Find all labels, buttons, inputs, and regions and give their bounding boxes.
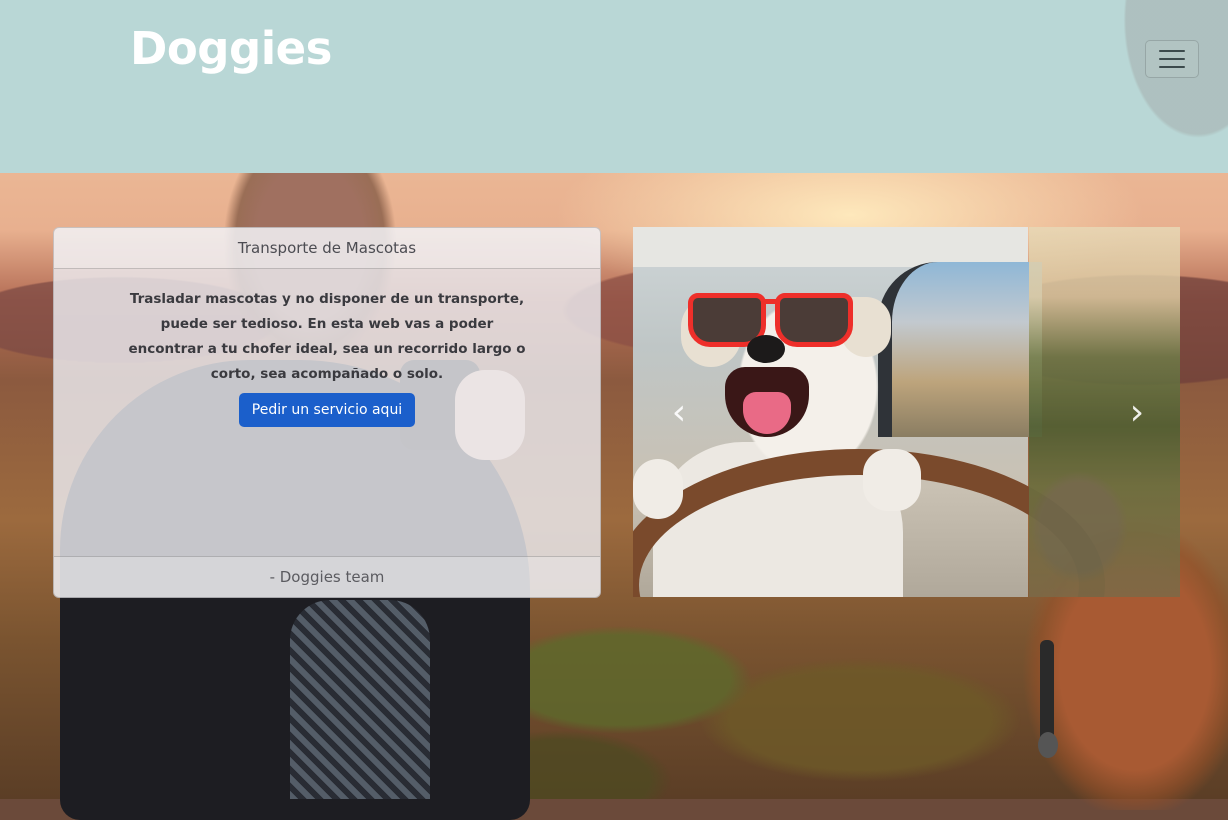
site-header: Doggies bbox=[0, 0, 1228, 173]
brand-logo[interactable]: Doggies bbox=[130, 22, 332, 75]
sunglasses-right-lens bbox=[775, 293, 853, 347]
chevron-left-icon: ‹ bbox=[671, 391, 687, 433]
card-body: Trasladar mascotas y no disponer de un t… bbox=[54, 269, 600, 427]
navbar-toggle-button[interactable] bbox=[1145, 40, 1199, 78]
hamburger-menu-icon bbox=[1159, 58, 1185, 60]
header-decoration bbox=[1088, 0, 1228, 173]
request-service-button[interactable]: Pedir un servicio aqui bbox=[238, 393, 416, 427]
car-window bbox=[878, 262, 1042, 437]
card-text: Trasladar mascotas y no disponer de un t… bbox=[128, 291, 526, 382]
card-footer: - Doggies team bbox=[54, 556, 600, 597]
dog-paw-right bbox=[863, 449, 921, 511]
dog-nose bbox=[747, 335, 785, 363]
dog-paw-left bbox=[633, 459, 683, 519]
carousel-next-button[interactable]: › bbox=[1117, 387, 1157, 437]
car-roof bbox=[633, 227, 1028, 267]
dog-tag bbox=[1038, 732, 1058, 758]
service-card: Transporte de Mascotas Trasladar mascota… bbox=[53, 227, 601, 598]
chevron-right-icon: › bbox=[1129, 391, 1145, 433]
image-carousel: ‹ › bbox=[633, 227, 1180, 597]
hamburger-menu-icon bbox=[1159, 66, 1185, 68]
carousel-slide-next bbox=[1029, 227, 1180, 597]
hamburger-menu-icon bbox=[1159, 50, 1185, 52]
sunglasses-bridge bbox=[761, 299, 777, 304]
woman-figure-pattern bbox=[290, 600, 430, 799]
card-header: Transporte de Mascotas bbox=[54, 228, 600, 269]
carousel-prev-button[interactable]: ‹ bbox=[659, 387, 699, 437]
second-dog-figure bbox=[1029, 457, 1149, 597]
